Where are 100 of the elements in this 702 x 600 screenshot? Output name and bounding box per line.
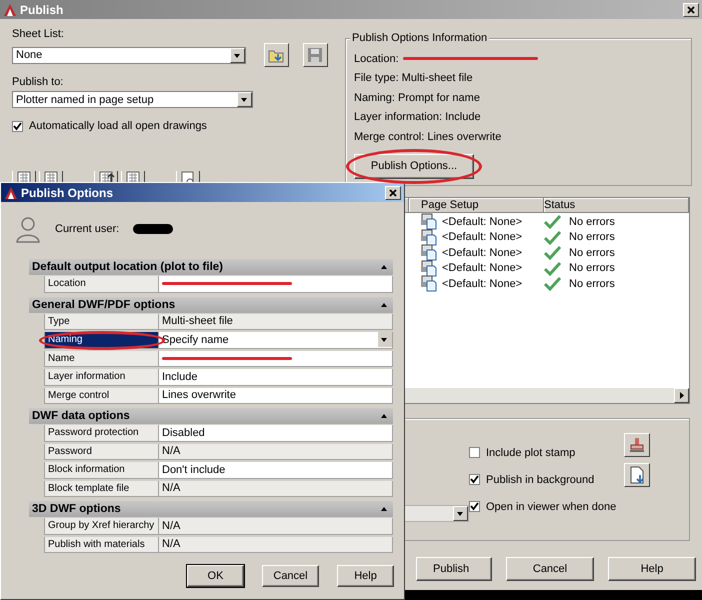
section-header[interactable]: 3D DWF options: [29, 501, 393, 517]
info-text: File type: Multi-sheet file: [354, 71, 474, 86]
sheet-list-dropdown[interactable]: None: [12, 46, 246, 64]
field-label: Sheet List:: [12, 28, 65, 40]
check-icon: [470, 475, 479, 484]
group-title: Publish Options Information: [350, 32, 490, 44]
publish-options-button[interactable]: Publish Options...: [354, 154, 474, 178]
column-header[interactable]: Page Setup: [409, 198, 544, 213]
collapse-arrow-icon[interactable]: [381, 302, 387, 306]
page-setup-icon: [421, 228, 437, 246]
dialog-button[interactable]: Publish: [416, 557, 492, 581]
checkbox[interactable]: [12, 120, 23, 132]
property-name[interactable]: Merge control: [45, 388, 159, 404]
property-name[interactable]: Password protection: [45, 425, 159, 442]
redaction-mark: [133, 224, 174, 234]
checkbox[interactable]: [469, 474, 480, 485]
close-icon: [388, 188, 398, 198]
section-header[interactable]: General DWF/PDF options: [29, 296, 393, 312]
window-title: Publish: [20, 2, 64, 16]
property-value-cell[interactable]: [159, 350, 393, 367]
table-cell: <Default: None>: [442, 216, 522, 228]
section-header[interactable]: Default output location (plot to file): [29, 259, 393, 275]
app-logo-icon: [4, 186, 18, 200]
dialog-button[interactable]: Cancel: [262, 565, 319, 587]
export-file-icon: [628, 466, 646, 484]
check-icon: [470, 502, 479, 511]
check-icon: [13, 122, 22, 130]
check-icon: [544, 245, 561, 260]
checkbox-label: Open in viewer when done: [486, 500, 616, 512]
table-cell: <Default: None>: [442, 262, 522, 274]
property-value[interactable]: Disabled: [159, 425, 393, 442]
table-cell: <Default: None>: [442, 231, 522, 244]
plot-stamp-button[interactable]: [624, 433, 650, 457]
check-icon: [544, 214, 561, 230]
column-header[interactable]: Status: [544, 198, 689, 213]
dialog-button[interactable]: Help: [337, 565, 394, 587]
field-label: Publish to:: [12, 76, 64, 88]
checkbox-label: Include plot stamp: [486, 446, 576, 458]
property-value: Multi-sheet file: [159, 314, 393, 330]
property-value: N/A: [159, 536, 393, 553]
info-text: Layer information: Include: [354, 110, 482, 126]
page-setup-icon: [421, 260, 437, 277]
dialog-button[interactable]: OK: [187, 565, 244, 587]
close-icon: [686, 4, 696, 14]
page-setup-icon: [421, 244, 437, 262]
dialog-button[interactable]: Cancel: [506, 557, 594, 581]
property-name[interactable]: Layer information: [45, 369, 159, 386]
info-text: Merge control: Lines overwrite: [354, 130, 502, 145]
check-icon: [544, 276, 561, 292]
window-title: Publish Options: [21, 186, 114, 200]
close-button[interactable]: [385, 186, 401, 200]
checkbox-label: Automatically load all open drawings: [29, 120, 207, 132]
table-cell: <Default: None>: [442, 246, 522, 259]
collapse-arrow-icon[interactable]: [381, 265, 387, 269]
property-name[interactable]: Password: [45, 444, 159, 460]
property-value: N/A: [159, 518, 393, 534]
table-cell: No errors: [569, 246, 615, 259]
property-value: N/A: [159, 480, 393, 497]
collapse-arrow-icon[interactable]: [381, 414, 387, 418]
property-name[interactable]: Block information: [45, 462, 159, 478]
app-logo-icon: [3, 2, 17, 16]
page-setup-icon: [421, 213, 437, 230]
check-icon: [544, 260, 561, 276]
table-cell: No errors: [569, 262, 615, 274]
property-value: N/A: [159, 444, 393, 460]
load-folder-button[interactable]: [264, 43, 289, 67]
page-setup-icon: [421, 275, 437, 292]
save-icon: [306, 46, 324, 64]
user-icon: [15, 215, 41, 243]
property-value[interactable]: Include: [159, 369, 393, 386]
publish-to-dropdown[interactable]: Plotter named in page setup: [12, 91, 253, 108]
property-name[interactable]: Publish with materials: [45, 536, 159, 553]
check-icon: [544, 230, 561, 245]
section-title: 3D DWF options: [32, 503, 122, 515]
property-name[interactable]: Name: [45, 350, 159, 367]
property-name[interactable]: Group by Xref hierarchy: [45, 518, 159, 534]
plot-stamp-icon: [628, 436, 646, 454]
collapse-arrow-icon[interactable]: [381, 507, 387, 511]
property-value-cell[interactable]: [159, 276, 393, 292]
property-name[interactable]: Type: [45, 314, 159, 330]
info-text: Naming: Prompt for name: [354, 90, 481, 106]
current-user-label: Current user:: [55, 223, 120, 235]
section-title: General DWF/PDF options: [32, 298, 176, 310]
property-name[interactable]: Location: [45, 276, 159, 292]
save-button[interactable]: [302, 43, 328, 67]
dialog-button[interactable]: Help: [608, 557, 696, 581]
info-label: Location:: [354, 52, 399, 65]
property-value[interactable]: Don't include: [159, 462, 393, 478]
table-cell: No errors: [569, 231, 615, 244]
checkbox[interactable]: [469, 447, 480, 458]
checkbox-label: Publish in background: [486, 474, 594, 486]
section-title: Default output location (plot to file): [32, 261, 224, 273]
property-value[interactable]: Lines overwrite: [159, 388, 393, 404]
table-cell: No errors: [569, 216, 615, 228]
export-file-button[interactable]: [624, 463, 650, 487]
property-name[interactable]: Block template file: [45, 480, 159, 497]
section-header[interactable]: DWF data options: [29, 408, 393, 424]
table-cell: <Default: None>: [442, 278, 522, 290]
section-title: DWF data options: [32, 410, 131, 422]
checkbox[interactable]: [469, 501, 480, 512]
